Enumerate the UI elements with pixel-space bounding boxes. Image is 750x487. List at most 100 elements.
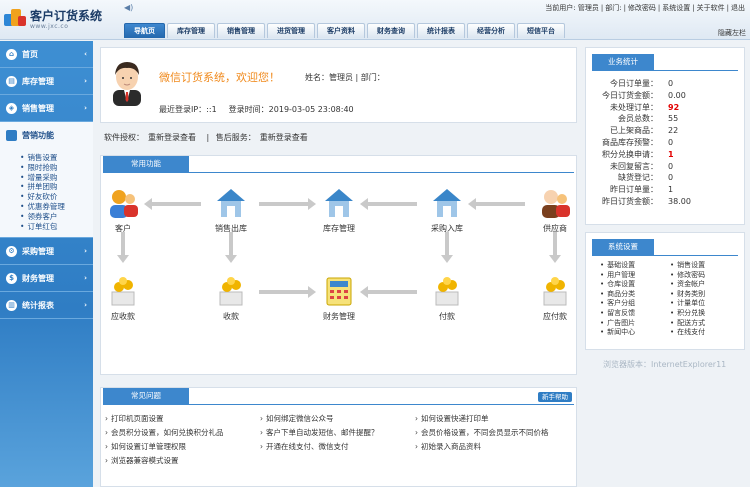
hide-sidebar-link[interactable]: 隐藏左栏 (718, 28, 746, 38)
settings-link[interactable]: 在线支付 (670, 328, 740, 338)
sidebar-item-label: 首页 (22, 50, 38, 59)
top-link-4[interactable]: 修改密码 (628, 4, 656, 12)
top-link-10[interactable]: 退出 (731, 4, 745, 12)
flow-node-5[interactable]: 应收款 (93, 274, 153, 322)
stat-row: 今日订单量： 0 (590, 78, 740, 90)
submenu-item[interactable]: 好友砍价 (20, 192, 93, 202)
flow-node-9[interactable]: 应付款 (525, 274, 585, 322)
sidebar-item-1[interactable]: ▤ 库存管理 › (0, 68, 93, 95)
speaker-icon[interactable]: ◀) (124, 3, 134, 12)
stat-row: 商品库存预警： 0 (590, 137, 740, 149)
settings-link[interactable]: 财务类别 (670, 290, 740, 300)
stat-label: 会员总数： (618, 114, 658, 124)
nav-tab-8[interactable]: 短信平台 (517, 23, 565, 38)
login-time: 登录时间：2019-03-05 23:08:40 (228, 105, 354, 114)
faq-link[interactable]: 会员积分设置，如何兑换积分礼品 (105, 426, 260, 440)
app-logo: 客户订货系统 www.jxc.co (4, 6, 124, 32)
nav-tab-4[interactable]: 客户资料 (317, 23, 365, 38)
top-link-8[interactable]: 关于软件 (697, 4, 725, 12)
stat-value[interactable]: 0 (668, 78, 673, 90)
settings-link[interactable]: 销售设置 (670, 261, 740, 271)
faq-link[interactable]: 如何设置订单管理权限 (105, 440, 260, 454)
faq-link[interactable]: 开通在线支付、微信支付 (260, 440, 415, 454)
stat-label: 昨日订单量： (610, 185, 658, 195)
submenu-item[interactable]: 限时抢购 (20, 163, 93, 173)
stat-value[interactable]: 38.00 (668, 196, 691, 208)
stat-row: 未回复留言： 0 (590, 161, 740, 173)
flow-node-7[interactable]: 财务管理 (309, 274, 369, 322)
sidebar-item-3[interactable]: ⚙ 采购管理 › (0, 238, 93, 266)
settings-link[interactable]: 客户分组 (600, 299, 670, 309)
sidebar-item-5[interactable]: ▥ 统计报表 › (0, 292, 93, 320)
nav-tab-5[interactable]: 财务查询 (367, 23, 415, 38)
flow-node-6[interactable]: 收款 (201, 274, 261, 322)
flow-node-label: 收款 (223, 312, 239, 321)
stat-value[interactable]: 92 (668, 102, 679, 114)
stat-value[interactable]: 0 (668, 137, 673, 149)
stat-value[interactable]: 0.00 (668, 90, 686, 102)
faq-link[interactable]: 如何绑定微信公众号 (260, 412, 415, 426)
settings-link[interactable]: 计量单位 (670, 299, 740, 309)
sidebar-item-label: 库存管理 (22, 77, 54, 86)
sidebar-item-0[interactable]: ⌂ 首页 ‹ (0, 41, 93, 68)
submenu-item[interactable]: 订单红包 (20, 222, 93, 232)
top-link-6[interactable]: 系统设置 (662, 4, 690, 12)
faq-link[interactable]: 如何设置快递打印单 (415, 412, 570, 426)
flow-node-label: 应收款 (111, 312, 135, 321)
settings-link[interactable]: 仓库设置 (600, 280, 670, 290)
license-info: 软件授权： 重新登录查看 | 售后服务： 重新登录查看 (104, 132, 312, 143)
stat-value[interactable]: 0 (668, 172, 673, 184)
faq-link[interactable]: 打印机页面设置 (105, 412, 260, 426)
newbie-help-button[interactable]: 新手帮助 (538, 392, 572, 402)
separator: | (600, 4, 604, 12)
stat-row: 缺货登记： 0 (590, 172, 740, 184)
nav-tab-2[interactable]: 销售管理 (217, 23, 265, 38)
submenu-item[interactable]: 优惠券管理 (20, 202, 93, 212)
stat-value[interactable]: 1 (668, 184, 673, 196)
money-icon (106, 274, 140, 308)
settings-link[interactable]: 用户管理 (600, 271, 670, 281)
flow-node-2[interactable]: 库存管理 (309, 186, 369, 234)
nav-tab-6[interactable]: 统计报表 (417, 23, 465, 38)
settings-link[interactable]: 资金帐户 (670, 280, 740, 290)
stat-value[interactable]: 55 (668, 113, 678, 125)
settings-link[interactable]: 留言反馈 (600, 309, 670, 319)
settings-link[interactable]: 新闻中心 (600, 328, 670, 338)
submenu-item[interactable]: 增量采购 (20, 173, 93, 183)
stat-value[interactable]: 1 (668, 149, 674, 161)
faq-link[interactable]: 会员价格设置，不同会员显示不同价格 (415, 426, 570, 440)
flow-node-0[interactable]: 客户 (93, 186, 153, 234)
faq-link[interactable]: 客户下单自动发短信、邮件提醒？ (260, 426, 415, 440)
nav-tab-0[interactable]: 导航页 (124, 23, 165, 38)
flow-node-1[interactable]: 销售出库 (201, 186, 261, 234)
settings-link[interactable]: 修改密码 (670, 271, 740, 281)
submenu-item[interactable]: 拼单团购 (20, 182, 93, 192)
sidebar-item-4[interactable]: $ 财务管理 › (0, 265, 93, 293)
flow-node-8[interactable]: 付款 (417, 274, 477, 322)
nav-tab-3[interactable]: 进货管理 (267, 23, 315, 38)
settings-link[interactable]: 积分兑换 (670, 309, 740, 319)
settings-link[interactable]: 基础设置 (600, 261, 670, 271)
sidebar-item-2[interactable]: ◈ 销售管理 › (0, 95, 93, 122)
faq-link[interactable]: 浏览器兼容模式设置 (105, 454, 260, 468)
stat-value[interactable]: 22 (668, 125, 678, 137)
settings-link[interactable]: 广告图片 (600, 319, 670, 329)
settings-link[interactable]: 商品分类 (600, 290, 670, 300)
faq-link[interactable]: 初始录入商品资料 (415, 440, 570, 454)
submenu-item[interactable]: 领券客户 (20, 212, 93, 222)
stat-row: 会员总数： 55 (590, 113, 740, 125)
settings-link[interactable]: 配送方式 (670, 319, 740, 329)
flow-node-3[interactable]: 采购入库 (417, 186, 477, 234)
sidebar-item-icon: ⚙ (6, 246, 17, 258)
money-icon (430, 274, 464, 308)
sidebar-item-marketing[interactable]: 营销功能 (0, 122, 93, 149)
submenu-item[interactable]: 销售设置 (20, 153, 93, 163)
flow-arrow (259, 198, 316, 210)
flow-node-4[interactable]: 供应商 (525, 186, 585, 234)
module-icon (538, 186, 572, 220)
top-link-2[interactable]: 部门: (605, 4, 621, 12)
nav-tab-7[interactable]: 经营分析 (467, 23, 515, 38)
stat-value[interactable]: 0 (668, 161, 673, 173)
nav-tab-1[interactable]: 库存管理 (167, 23, 215, 38)
chevron-icon: › (84, 104, 87, 112)
